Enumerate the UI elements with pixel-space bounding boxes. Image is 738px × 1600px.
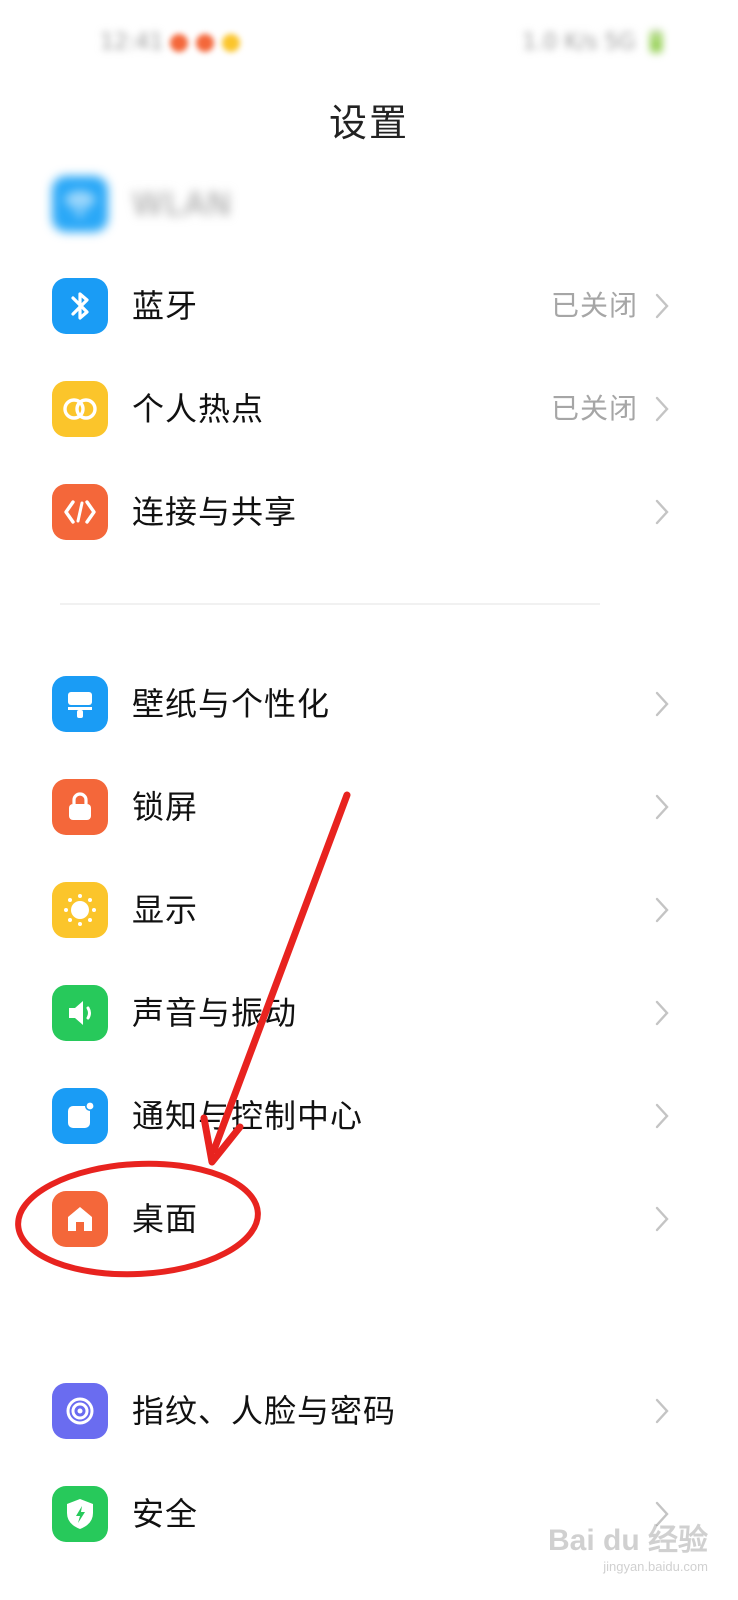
baidu-jingyan-watermark: Bai du 经验 jingyan.baidu.com [548,1515,708,1574]
section-divider [60,603,600,605]
settings-item-hotspot[interactable]: 个人热点 已关闭 [0,359,738,459]
chevron-right-icon [655,897,669,923]
lock-icon [52,779,108,835]
sun-icon [52,882,108,938]
settings-item-label: 锁屏 [132,788,199,826]
watermark-text: Bai du 经验 [547,1524,708,1557]
speaker-icon [52,985,108,1041]
chevron-right-icon [655,1103,669,1129]
settings-item-value: 已关闭 [550,289,638,322]
settings-item-fingerprint-face-password[interactable]: 指纹、人脸与密码 [0,1361,738,1461]
settings-item-label: 个人热点 [132,390,265,428]
hotspot-icon [52,381,108,437]
chevron-right-icon [655,293,669,319]
settings-item-lock-screen[interactable]: 锁屏 [0,757,738,857]
watermark-sub: jingyan.baidu.com [603,1559,708,1574]
settings-item-connection-sharing[interactable]: 连接与共享 [0,462,738,562]
settings-item-label: 桌面 [132,1200,199,1238]
settings-item-sound-vibration[interactable]: 声音与振动 [0,963,738,1063]
settings-item-desktop[interactable]: 桌面 [0,1169,738,1269]
chevron-right-icon [655,499,669,525]
home-icon [52,1191,108,1247]
settings-item-label: 蓝牙 [132,287,199,325]
notification-icon [52,1088,108,1144]
chevron-right-icon [655,396,669,422]
settings-item-label: WLAN [132,185,233,223]
settings-item-wallpaper[interactable]: 壁纸与个性化 [0,654,738,754]
chevron-right-icon [655,691,669,717]
settings-item-label: 声音与振动 [132,994,298,1032]
settings-item-label: 指纹、人脸与密码 [132,1392,397,1430]
share-icon [52,484,108,540]
settings-item-label: 壁纸与个性化 [132,685,331,723]
settings-item-display[interactable]: 显示 [0,860,738,960]
chevron-right-icon [655,1000,669,1026]
settings-item-label: 连接与共享 [132,493,298,531]
settings-item-label: 显示 [132,891,199,929]
settings-item-label: 通知与控制中心 [132,1097,364,1135]
shield-icon [52,1486,108,1542]
chevron-right-icon [655,794,669,820]
bluetooth-icon [52,278,108,334]
wallpaper-icon [52,676,108,732]
settings-item-wlan[interactable]: WLAN [0,154,738,254]
fingerprint-icon [52,1383,108,1439]
settings-item-label: 安全 [132,1495,199,1533]
chevron-right-icon [655,1398,669,1424]
settings-item-value: 已关闭 [550,392,638,425]
chevron-right-icon [655,1206,669,1232]
settings-list: WLAN 蓝牙 已关闭 个人热点 已关闭 连接与共享 壁纸与个性化 锁屏 显示 … [0,0,738,1600]
wifi-icon [52,176,108,232]
settings-item-bluetooth[interactable]: 蓝牙 已关闭 [0,256,738,356]
settings-item-notification-control[interactable]: 通知与控制中心 [0,1066,738,1166]
